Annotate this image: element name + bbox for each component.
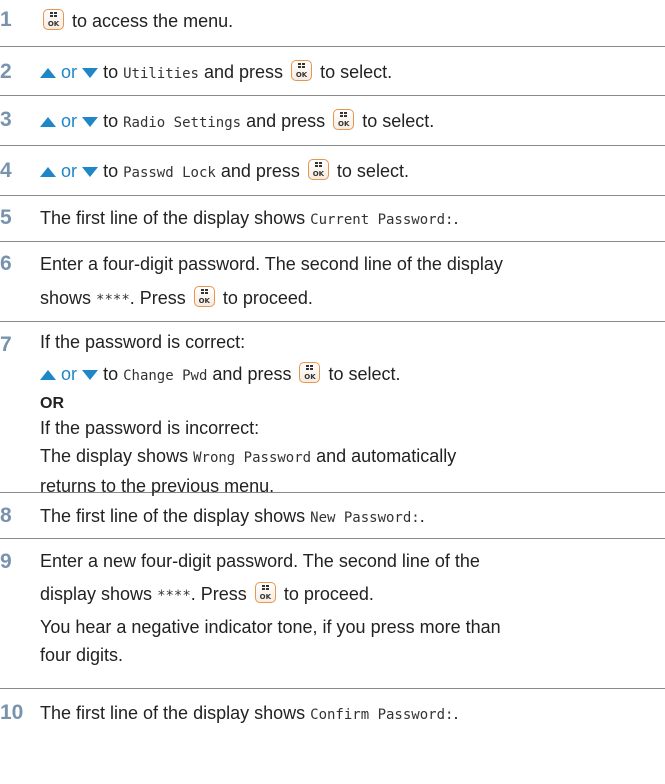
step-text: or to Radio Settings and press OK to sel… <box>40 104 661 140</box>
up-arrow-icon <box>40 117 56 128</box>
step-4: 4 or to Passwd Lock and press OK to sele… <box>0 146 665 196</box>
step-9: 9 Enter a new four-digit password. The s… <box>0 539 665 689</box>
step-number: 8 <box>0 504 12 527</box>
step-1: 1 OK to access the menu. <box>0 0 665 47</box>
ok-menu-key-icon: OK <box>291 60 313 81</box>
step-number: 9 <box>0 550 12 573</box>
step-text: or to Utilities and press OK to select. <box>40 55 661 91</box>
step-number: 2 <box>0 60 12 83</box>
ok-menu-key-icon: OK <box>43 9 64 30</box>
step-7: 7 If the password is correct: or to Chan… <box>0 322 665 496</box>
instruction-steps: 1 OK to access the menu. 2 or to Utiliti… <box>0 0 665 784</box>
step-6: 6 Enter a four-digit password. The secon… <box>0 242 665 322</box>
ok-menu-key-icon: OK <box>307 159 329 180</box>
down-arrow-icon <box>82 68 99 79</box>
step-text: The first line of the display shows Curr… <box>40 208 459 228</box>
ok-menu-key-icon: OK <box>333 109 355 130</box>
step-text: Enter a new four-digit password. The sec… <box>40 551 501 665</box>
step-text: The first line of the display shows New … <box>40 506 425 526</box>
step-text: or to Passwd Lock and press OK to select… <box>40 154 661 190</box>
step-number: 6 <box>0 252 12 275</box>
down-arrow-icon <box>82 370 99 381</box>
up-arrow-icon <box>40 167 56 178</box>
step-10: 10 The first line of the display shows C… <box>0 689 665 749</box>
step-text: The first line of the display shows Conf… <box>40 703 459 723</box>
step-5: 5 The first line of the display shows Cu… <box>0 196 665 242</box>
step-2: 2 or to Utilities and press OK to select… <box>0 47 665 96</box>
ok-menu-key-icon: OK <box>299 362 321 383</box>
step-8: 8 The first line of the display shows Ne… <box>0 493 665 539</box>
step-number: 3 <box>0 108 12 131</box>
ok-menu-key-icon: OK <box>254 582 276 603</box>
step-number: 7 <box>0 333 12 356</box>
step-number: 5 <box>0 206 12 229</box>
down-arrow-icon <box>82 117 99 128</box>
ok-menu-key-icon: OK <box>193 286 215 307</box>
step-number: 1 <box>0 8 12 31</box>
step-text: OK to access the menu. <box>40 4 661 38</box>
step-number: 10 <box>0 701 24 724</box>
up-arrow-icon <box>40 68 56 79</box>
step-number: 4 <box>0 159 12 182</box>
step-text: If the password is correct: or to Change… <box>40 332 457 496</box>
up-arrow-icon <box>40 370 56 381</box>
step-text: Enter a four-digit password. The second … <box>40 254 503 308</box>
down-arrow-icon <box>82 167 99 178</box>
step-3: 3 or to Radio Settings and press OK to s… <box>0 96 665 146</box>
